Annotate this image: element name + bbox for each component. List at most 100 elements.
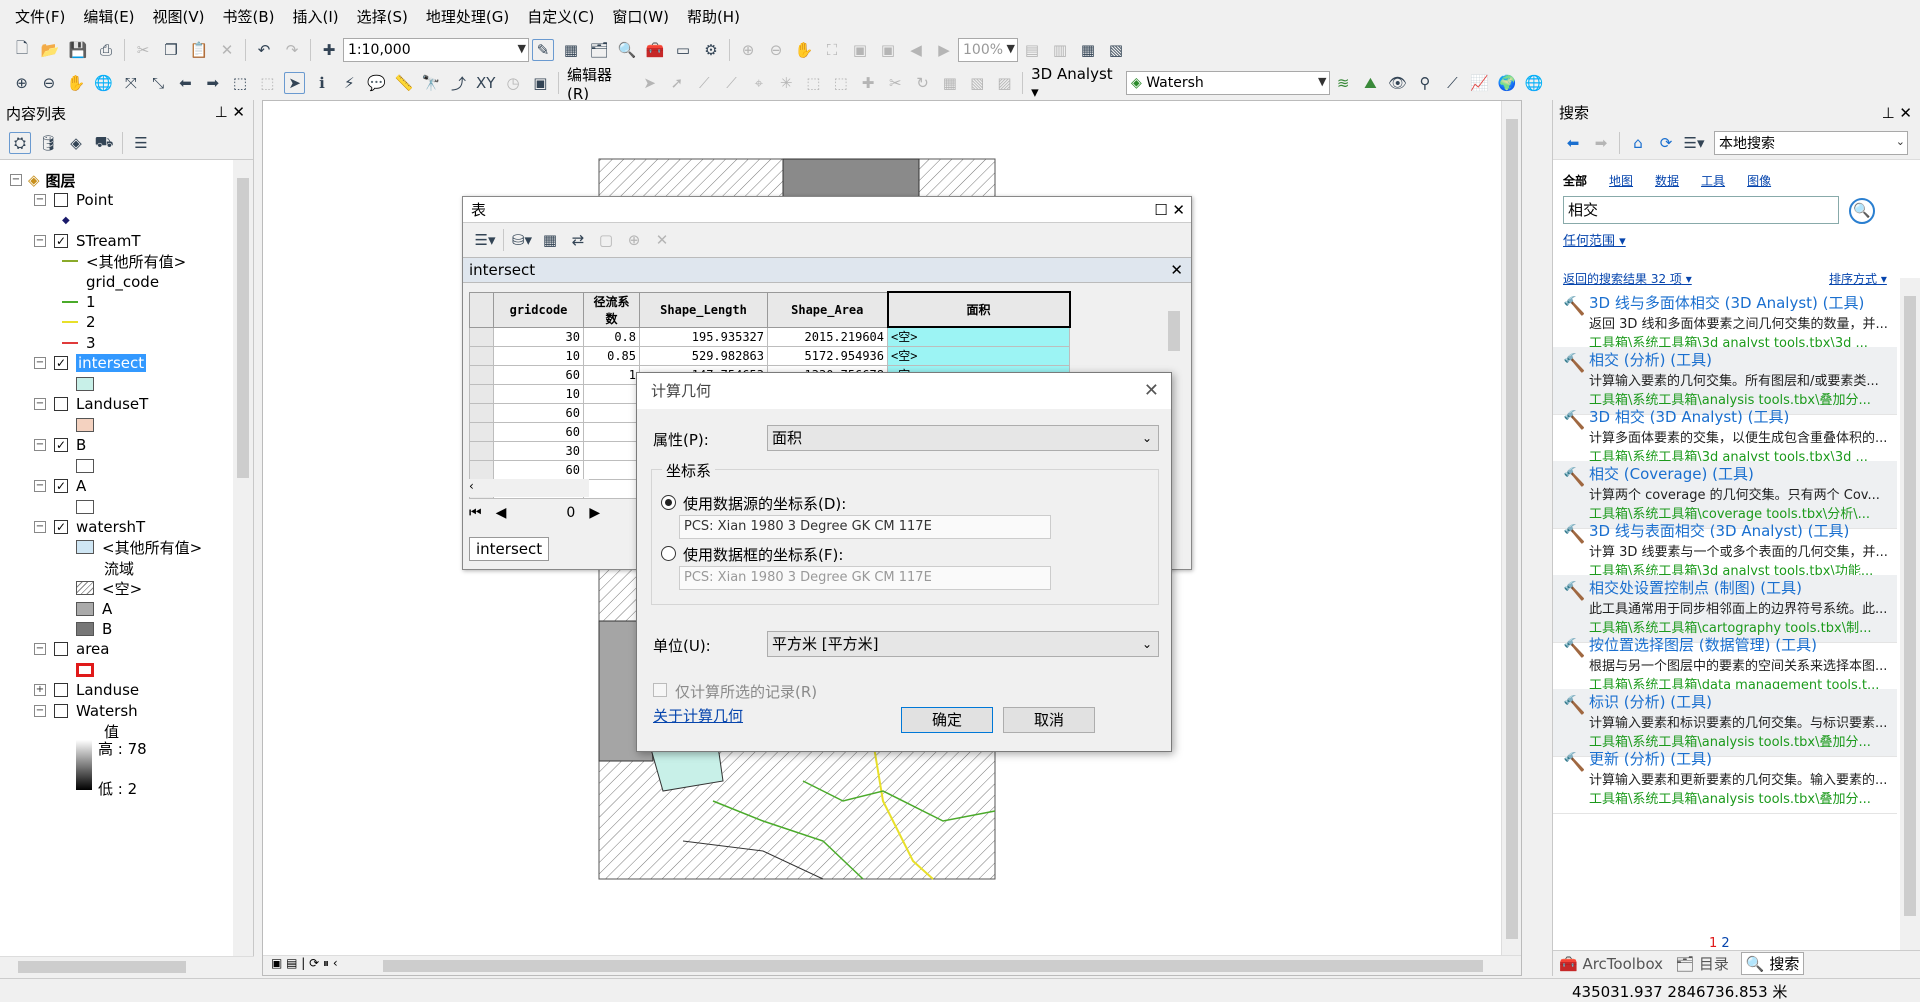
col-header[interactable]: Shape_Length (639, 291, 768, 328)
layout-pan-icon[interactable]: ✋ (793, 39, 815, 61)
about-calculate-geometry-link[interactable]: 关于计算几何 (653, 705, 743, 726)
filter-all[interactable]: 全部 (1563, 172, 1587, 189)
focus-icon[interactable]: ▥ (1049, 39, 1071, 61)
table-cell[interactable] (583, 421, 640, 442)
toc-options-icon[interactable]: ☰ (130, 132, 152, 154)
result-count[interactable]: 返回的搜索结果 32 项 ▾ (1563, 270, 1692, 287)
forward-icon[interactable]: ➡ (202, 72, 223, 94)
search-scope-combo[interactable]: 本地搜索 ⌄ (1714, 130, 1908, 155)
list-by-drawing-order-icon[interactable]: ⛭ (9, 131, 31, 154)
viewer-icon[interactable]: ▣ (530, 72, 551, 94)
menu-item[interactable]: 文件(F) (6, 0, 74, 34)
arcscene-icon[interactable]: 🌍 (1496, 72, 1517, 94)
catalog-icon[interactable]: 🗂 (588, 39, 610, 61)
layer-watersht-checkbox[interactable]: ✓ (54, 520, 68, 534)
back-icon[interactable]: ⬅ (175, 72, 196, 94)
edit-annotation-icon[interactable]: ➚ (666, 72, 687, 94)
selected-only-checkbox[interactable] (653, 683, 667, 697)
zoom-to-selected-icon[interactable]: ⊕ (623, 229, 645, 251)
toc-window-controls[interactable]: ⊥ ✕ (215, 103, 245, 121)
layout-full-icon[interactable]: ⛶ (821, 39, 843, 61)
cancel-button[interactable]: 取消 (1003, 707, 1095, 733)
editor-toolbar-icon[interactable]: ✎ (532, 39, 554, 61)
col-header[interactable]: 面积 (886, 291, 1071, 328)
edit-vertices-icon[interactable]: ⬚ (803, 72, 824, 94)
col-header[interactable]: gridcode (493, 291, 584, 328)
result-title[interactable]: 按位置选择图层 (数据管理) (工具) (1589, 634, 1897, 655)
rotate-icon[interactable]: ↻ (912, 72, 933, 94)
table-row[interactable]: 10 0.85 529.982863 5172.954936 <空> (469, 345, 1070, 366)
edit-tool-icon[interactable]: ➤ (639, 72, 660, 94)
find-icon[interactable]: 🔭 (421, 72, 442, 94)
menu-item[interactable]: 帮助(H) (678, 0, 749, 34)
forward-icon[interactable]: ➡ (1590, 132, 1612, 154)
row-header[interactable] (469, 421, 494, 442)
arcglobe-icon[interactable]: 🌐 (1524, 72, 1545, 94)
toolbox-icon[interactable]: 🧰 (644, 39, 666, 61)
profile-graph-icon[interactable]: 📈 (1469, 72, 1490, 94)
result-title[interactable]: 3D 线与表面相交 (3D Analyst) (工具) (1589, 520, 1897, 541)
3d-analyst-menu[interactable]: 3D Analyst ▾ (1031, 65, 1122, 101)
table-tab[interactable]: intersect (469, 537, 550, 561)
search-tab[interactable]: 🔍 搜索 (1740, 952, 1805, 975)
layer-landuset-checkbox[interactable] (54, 397, 68, 411)
catalog-tab[interactable]: 🗂 目录 (1675, 953, 1729, 974)
result-title[interactable]: 相交 (分析) (工具) (1589, 349, 1897, 370)
row-header[interactable] (469, 364, 494, 385)
result-title[interactable]: 标识 (分析) (工具) (1589, 691, 1897, 712)
result-title[interactable]: 3D 相交 (3D Analyst) (工具) (1589, 406, 1897, 427)
row-header[interactable] (469, 326, 494, 347)
redo-icon[interactable]: ↷ (281, 39, 303, 61)
row-header[interactable] (469, 383, 494, 404)
layer-landuse-checkbox[interactable] (54, 683, 68, 697)
search-input[interactable]: 相交 (1563, 196, 1839, 224)
zoom-in-icon[interactable]: ⊕ (11, 72, 32, 94)
layer-b-checkbox[interactable]: ✓ (54, 438, 68, 452)
layer-watersh[interactable]: − Watersh (34, 699, 138, 723)
open-icon[interactable]: 📂 (39, 39, 61, 61)
select-elements-icon[interactable]: ➤ (283, 72, 306, 94)
layer-area-checkbox[interactable] (54, 642, 68, 656)
search-extent-link[interactable]: 任何范围 ▾ (1563, 230, 1626, 249)
map-vertical-scrollbar[interactable] (1501, 101, 1521, 957)
delete-selected-icon[interactable]: ✕ (651, 229, 673, 251)
table-cell[interactable] (583, 478, 640, 499)
result-title[interactable]: 3D 线与多面体相交 (3D Analyst) (工具) (1589, 292, 1897, 313)
toc-horizontal-scrollbar[interactable] (0, 956, 254, 976)
copy-icon[interactable]: ❐ (160, 39, 182, 61)
back-icon[interactable]: ⬅ (1562, 132, 1584, 154)
table-cell[interactable]: 5172.954936 (767, 345, 888, 366)
layout-zoom-in-icon[interactable]: ⊕ (737, 39, 759, 61)
fixed-zoom-out-icon[interactable]: ⤡ (147, 72, 168, 94)
row-header[interactable] (469, 345, 494, 366)
clear-selection-icon[interactable]: ⬚ (257, 72, 278, 94)
list-by-selection-icon[interactable]: ⛟ (93, 132, 115, 154)
use-frame-cs-label[interactable]: 使用数据框的坐标系(F): (683, 544, 843, 565)
line-of-sight-icon[interactable]: 👁 (1387, 72, 1408, 94)
menu-item[interactable]: 书签(B) (214, 0, 284, 34)
row-header[interactable] (469, 402, 494, 423)
filter-tools[interactable]: 工具 (1701, 172, 1725, 189)
steepest-path-icon[interactable]: ⛰ (1360, 72, 1381, 94)
table-cell[interactable] (583, 383, 640, 404)
table-cell[interactable]: 1 (583, 364, 640, 385)
table-cell[interactable]: 2015.219604 (767, 326, 888, 347)
layer-a-checkbox[interactable]: ✓ (54, 479, 68, 493)
print-icon[interactable]: ⎙ (95, 39, 117, 61)
table-cell[interactable]: 195.935327 (639, 326, 768, 347)
record-number[interactable]: 0 (566, 505, 575, 521)
switch-selection-icon[interactable]: ⇄ (567, 229, 589, 251)
search-options-icon[interactable]: ☰▾ (1683, 132, 1705, 154)
editor-menu[interactable]: 编辑器(R) (567, 64, 632, 103)
arctoolbox-tab[interactable]: 🧰 ArcToolbox (1559, 955, 1663, 973)
home-icon[interactable]: ⌂ (1627, 132, 1649, 154)
table-cell[interactable]: <空> (887, 345, 1070, 366)
grid-horizontal-scrollbar[interactable]: ‹ (469, 479, 589, 497)
identify-icon[interactable]: ℹ (311, 72, 332, 94)
search-go-icon[interactable]: 🔍 (1849, 198, 1875, 224)
fixed-zoom-in-icon[interactable]: ⤧ (120, 72, 141, 94)
first-record-icon[interactable]: ⏮ (469, 505, 482, 521)
paste-icon[interactable]: 📋 (188, 39, 210, 61)
table-cell[interactable]: 30 (493, 326, 584, 347)
create-features-icon[interactable]: ▨ (994, 72, 1015, 94)
